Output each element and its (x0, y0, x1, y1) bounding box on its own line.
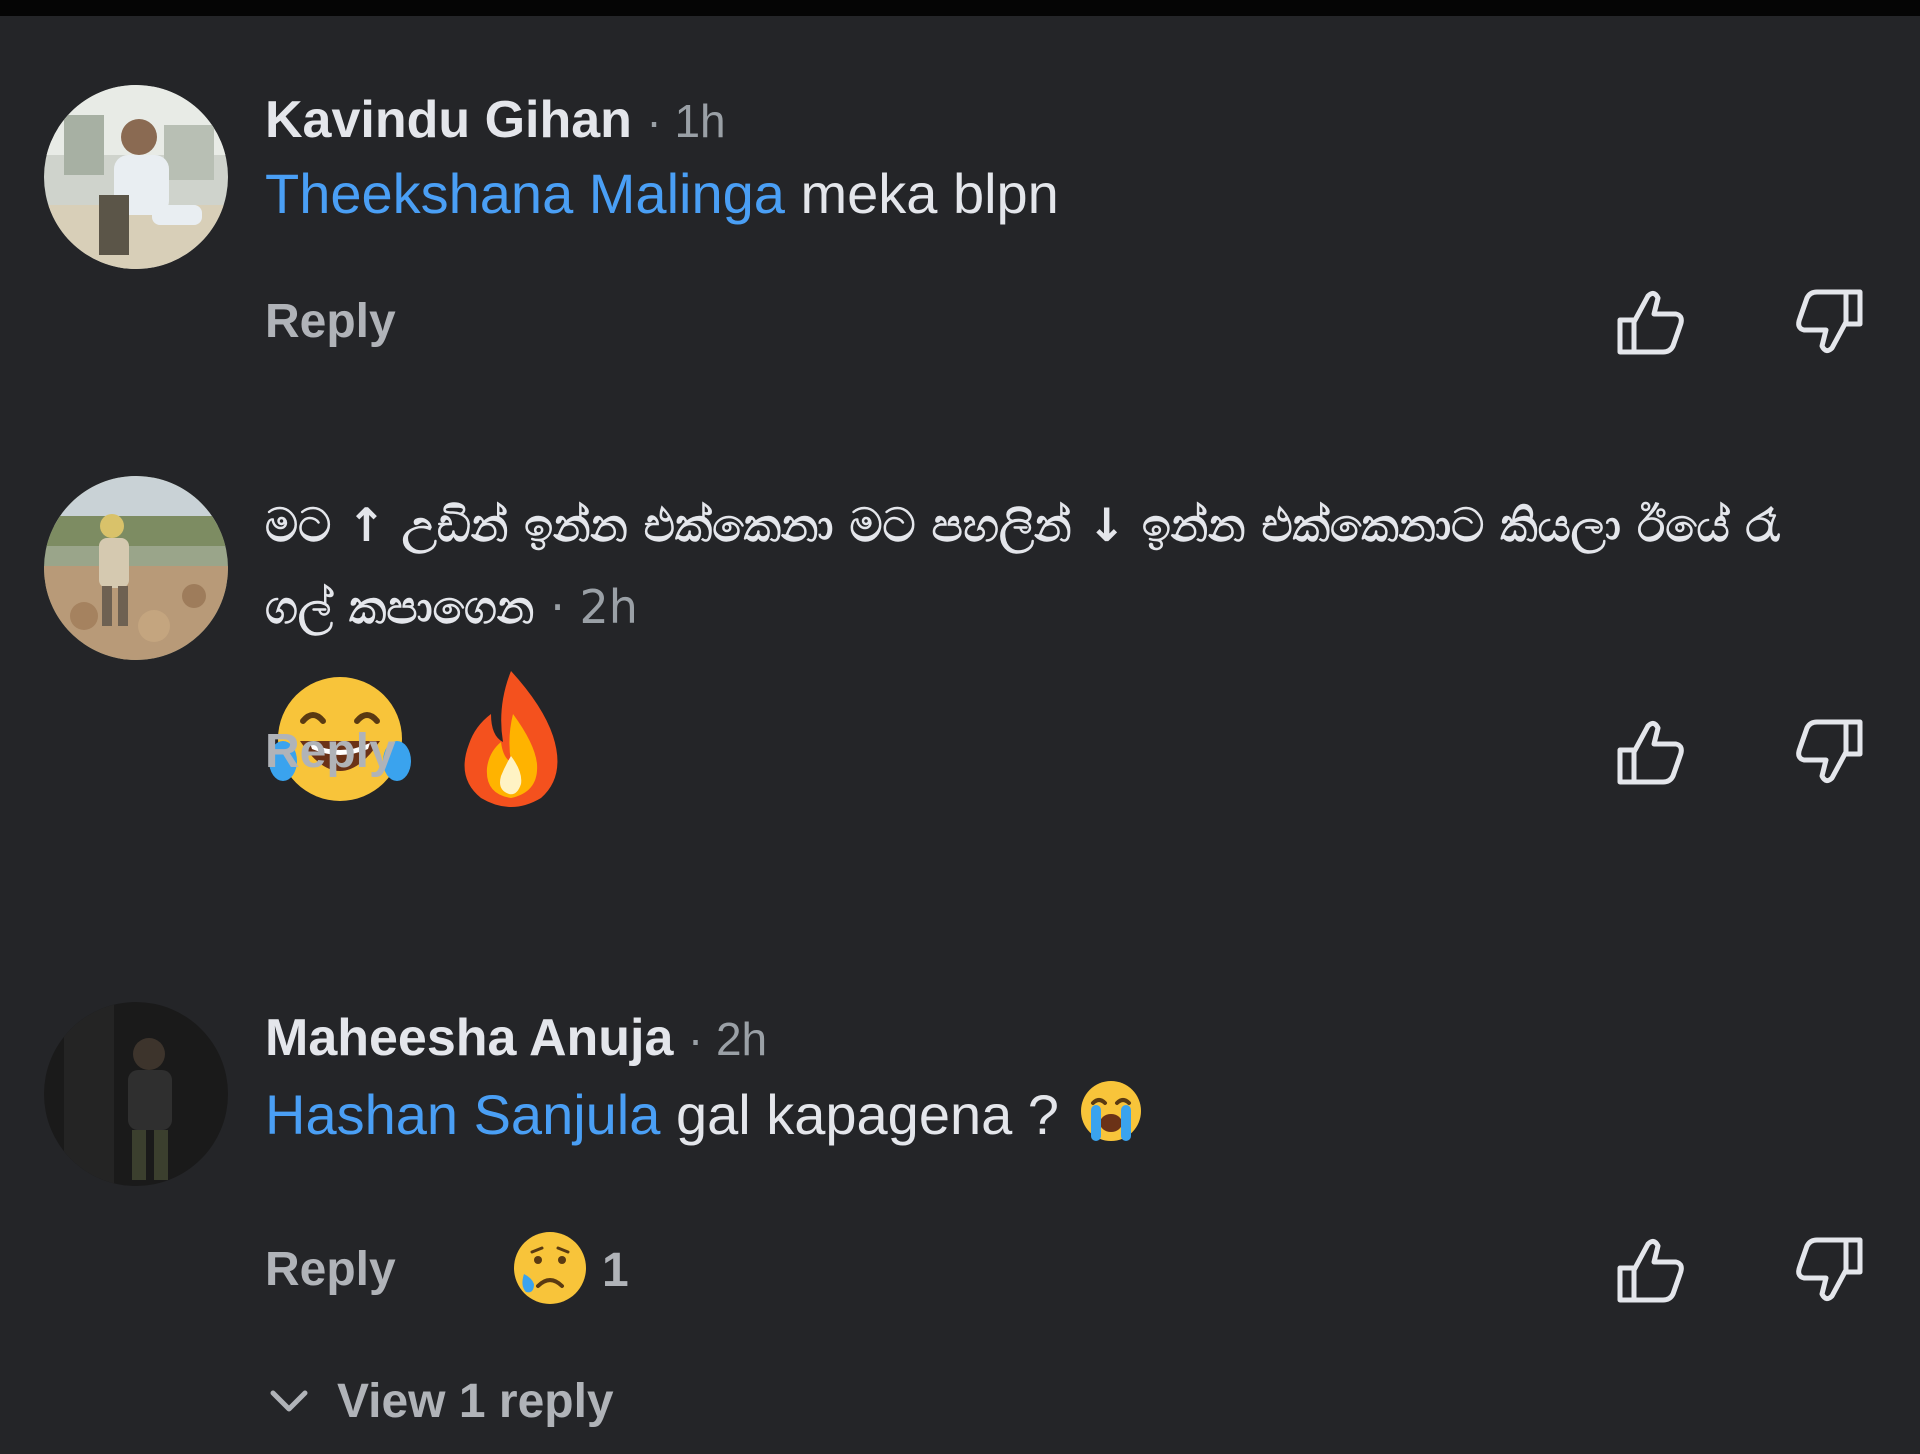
thumbs-up-icon (1617, 720, 1684, 785)
comment-time: · 2h (550, 580, 638, 634)
comment-body-text: gal kapagena ? (660, 1082, 1075, 1146)
thumbs-down-icon (1796, 719, 1863, 784)
comment-author-text: මට ↑ උඩින් ඉන්න එක්කෙනා මට පහලින් ↓ ඉන්න… (265, 498, 1780, 552)
reaction-summary[interactable]: 1 (510, 1230, 629, 1310)
comment-actions: Reply (265, 712, 1880, 792)
comment-time: · 2h (687, 1013, 768, 1065)
dislike-button[interactable] (1790, 1230, 1870, 1310)
comment-body-text: meka blpn (784, 162, 1059, 225)
comment-time: · 1h (646, 95, 726, 147)
reply-button[interactable]: Reply (265, 1230, 396, 1310)
comment-author[interactable]: Kavindu Gihan (265, 91, 632, 149)
comment-text: Theekshana Malinga meka blpn (265, 159, 1880, 229)
reaction-count: 1 (602, 1243, 629, 1297)
like-button[interactable] (1610, 282, 1690, 362)
comment-text: Hashan Sanjula gal kapagena ? (265, 1077, 1880, 1161)
comment-header: Kavindu Gihan · 1h (265, 90, 1880, 151)
user-avatar-field (44, 476, 228, 660)
status-bar (0, 0, 1920, 16)
dislike-button[interactable] (1790, 282, 1870, 362)
mention-link[interactable]: Theekshana Malinga (265, 162, 785, 225)
view-replies-button[interactable]: View 1 reply (265, 1366, 614, 1436)
comment-author[interactable]: Maheesha Anuja (265, 1009, 673, 1067)
chevron-down-icon (270, 1390, 308, 1412)
thumbs-down-icon (1796, 289, 1863, 354)
comment-header: Maheesha Anuja · 2h (265, 1008, 1880, 1069)
like-button[interactable] (1610, 712, 1690, 792)
user-avatar-dark (44, 1002, 228, 1186)
comment-actions: Reply 1 (265, 1230, 1880, 1310)
view-replies-label: View 1 reply (337, 1374, 614, 1428)
comment-actions: Reply (265, 282, 1880, 362)
user-avatar-beach (44, 85, 228, 269)
comment-header: මට ↑ උඩින් ඉන්න එක්කෙනා මට පහලින් ↓ ඉන්න… (265, 484, 1880, 648)
avatar[interactable] (44, 1002, 228, 1186)
comment-author-text-cont: ගල් කපාගෙන (265, 580, 535, 634)
comments-list: Kavindu Gihan · 1h Theekshana Malinga me… (0, 16, 1920, 1454)
mention-link[interactable]: Hashan Sanjula (265, 1083, 660, 1146)
avatar[interactable] (44, 85, 228, 269)
loudly-crying-face-icon (1075, 1077, 1147, 1161)
dislike-button[interactable] (1790, 712, 1870, 792)
reply-button[interactable]: Reply (265, 282, 396, 362)
thumbs-up-icon (1617, 290, 1684, 355)
thumbs-down-icon (1796, 1237, 1863, 1302)
avatar[interactable] (44, 476, 228, 660)
like-button[interactable] (1610, 1230, 1690, 1310)
sad-but-relieved-face-icon (510, 1228, 590, 1313)
reply-button[interactable]: Reply (265, 712, 396, 792)
thumbs-up-icon (1617, 1238, 1684, 1303)
